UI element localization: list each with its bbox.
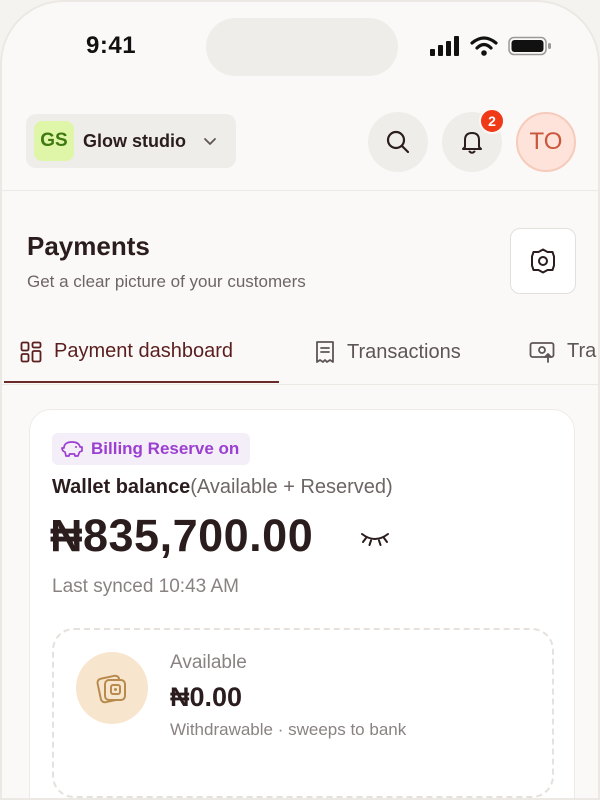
- wallet-balance-note: (Available + Reserved): [190, 476, 393, 498]
- dashboard-grid-icon: [20, 341, 42, 362]
- bell-icon: [462, 132, 482, 154]
- tab-transactions[interactable]: Transactions: [315, 340, 461, 364]
- billing-reserve-label: Billing Reserve on: [91, 439, 240, 458]
- notification-badge: 2: [479, 108, 505, 134]
- page-subtitle: Get a clear picture of your customers: [27, 272, 306, 291]
- profile-avatar[interactable]: TO: [516, 112, 576, 172]
- cellular-signal-icon: [430, 36, 459, 56]
- settings-button[interactable]: [510, 228, 576, 294]
- status-bar: 9:41: [2, 2, 598, 92]
- available-amount: ₦0.00: [170, 682, 243, 712]
- chevron-down-icon: [204, 138, 216, 145]
- wallet-balance-heading: Wallet balance(Available + Reserved): [52, 476, 393, 499]
- tab-transfers[interactable]: Tra: [529, 340, 596, 363]
- battery-icon: [508, 36, 551, 56]
- status-icons: [430, 36, 552, 56]
- available-balance-box: Available ₦0.00 Withdrawable · sweeps to…: [52, 628, 554, 798]
- money-transfer-icon: [529, 341, 555, 363]
- search-icon: [386, 130, 410, 154]
- workspace-name: Glow studio: [83, 130, 186, 151]
- wallet-icon: [96, 674, 126, 704]
- phone-frame: 9:41 GS Glow studio 2 TO Payments Get a …: [0, 0, 600, 800]
- workspace-avatar: GS: [34, 121, 74, 161]
- dynamic-island: [206, 18, 398, 76]
- tab-label: Transactions: [347, 340, 461, 363]
- tab-label: Payment dashboard: [54, 340, 234, 362]
- tab-bar: Payment dashboard Transactions Tra: [2, 324, 598, 385]
- eye-closed-icon[interactable]: [360, 530, 390, 548]
- receipt-icon: [316, 341, 334, 363]
- available-icon-circle: [76, 652, 148, 724]
- tab-label: Tra: [567, 340, 597, 362]
- tab-payment-dashboard[interactable]: Payment dashboard: [20, 340, 233, 363]
- gear-icon: [531, 248, 555, 274]
- page-title: Payments: [27, 231, 150, 261]
- wallet-balance-title: Wallet balance: [52, 476, 191, 498]
- status-time: 9:41: [86, 32, 137, 59]
- wallet-card: Billing Reserve on Wallet balance(Availa…: [29, 409, 575, 798]
- available-label: Available: [170, 652, 247, 673]
- available-note: Withdrawable · sweeps to bank: [170, 720, 407, 739]
- billing-reserve-badge[interactable]: Billing Reserve on: [52, 433, 251, 465]
- piggy-bank-icon: [61, 441, 83, 457]
- last-synced-text: Last synced 10:43 AM: [52, 576, 239, 597]
- wifi-icon: [470, 36, 498, 56]
- active-tab-indicator: [4, 381, 279, 383]
- search-button[interactable]: [368, 112, 428, 172]
- wallet-balance-amount: ₦835,700.00: [50, 510, 314, 561]
- notifications-button[interactable]: 2: [442, 108, 505, 172]
- app-header: GS Glow studio 2 TO: [2, 92, 598, 191]
- workspace-switcher[interactable]: GS Glow studio: [26, 114, 236, 168]
